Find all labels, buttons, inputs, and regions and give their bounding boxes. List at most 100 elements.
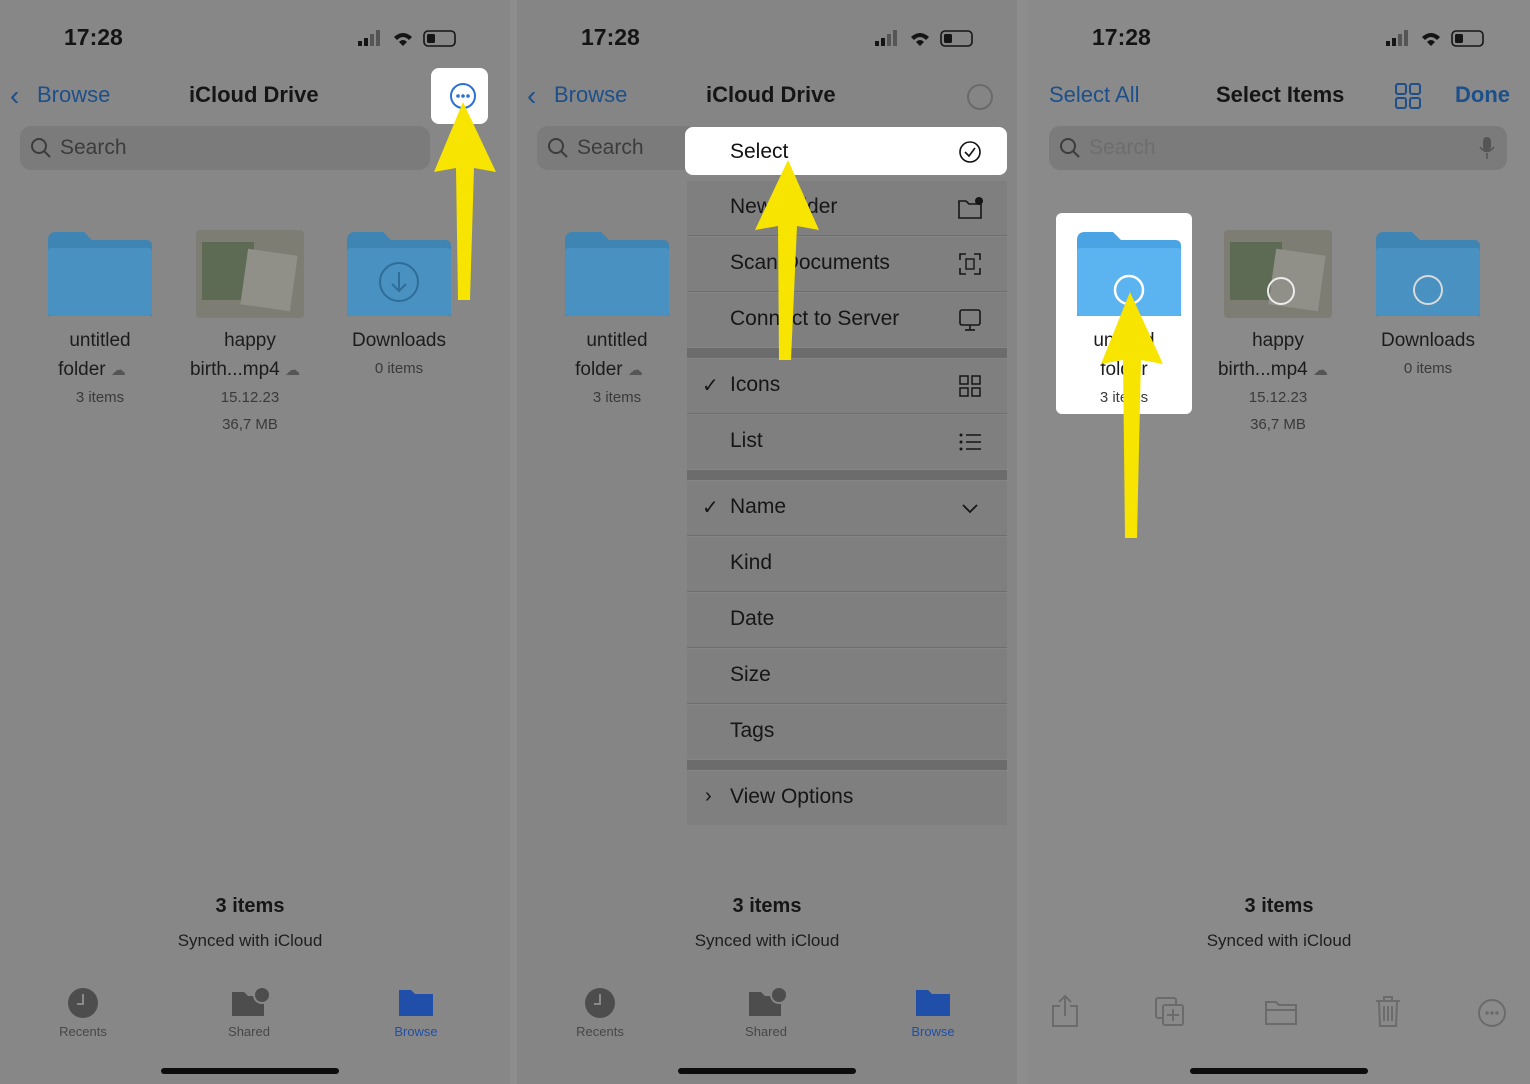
shared-folder-icon[interactable] — [747, 986, 789, 1018]
chevron-right-icon: › — [705, 785, 712, 807]
menu-label: View Options — [730, 785, 854, 808]
folder-plus-icon — [958, 197, 983, 219]
chevron-left-icon[interactable]: ‹ — [527, 80, 536, 112]
grid-icon — [959, 375, 981, 397]
cloud-icon: ☁ — [285, 362, 301, 379]
file-meta: 15.12.23 — [220, 389, 280, 406]
done-button[interactable]: Done — [1455, 82, 1510, 108]
scan-icon — [959, 253, 981, 275]
cloud-icon: ☁ — [1313, 362, 1329, 379]
list-icon — [959, 433, 981, 451]
menu-item-name[interactable]: ✓ Name — [687, 481, 1007, 536]
file-name: birth...mp4 ☁ — [1217, 359, 1329, 380]
arrow-annotation-icon — [1101, 292, 1163, 538]
clock-icon[interactable] — [584, 987, 616, 1019]
menu-item-new-folder[interactable]: New Folder — [687, 181, 1007, 236]
footer-count: 3 items — [732, 895, 802, 917]
footer-sync: Synced with iCloud — [1206, 931, 1352, 950]
video-thumbnail[interactable] — [1224, 230, 1332, 318]
file-meta: 0 items — [374, 360, 424, 377]
file-meta: 3 items — [592, 389, 642, 406]
checkmark-icon: ✓ — [702, 497, 719, 519]
folder-icon[interactable] — [46, 230, 154, 318]
status-icons — [358, 30, 456, 47]
panel-browse: 17:28 ‹ Browse iCloud Drive Search untit… — [0, 0, 510, 1084]
duplicate-icon[interactable] — [1154, 996, 1186, 1028]
share-icon[interactable] — [1051, 994, 1079, 1028]
home-indicator — [678, 1068, 856, 1074]
menu-item-size[interactable]: Size — [687, 649, 1007, 704]
shared-folder-icon[interactable] — [230, 986, 272, 1018]
menu-label: Tags — [730, 719, 775, 742]
menu-label: Name — [730, 495, 787, 518]
arrow-annotation-icon — [434, 102, 496, 300]
menu-item-view-options[interactable]: › View Options — [687, 771, 1007, 825]
panel-select-items: 17:28 Select All Select Items Done Searc… — [1028, 0, 1530, 1084]
menu-item-icons[interactable]: ✓ Icons — [687, 359, 1007, 414]
menu-label: Date — [730, 607, 775, 630]
chevron-down-icon — [962, 504, 978, 514]
file-meta: 36,7 MB — [1250, 416, 1306, 433]
menu-label: List — [730, 429, 763, 452]
menu-label: Size — [730, 663, 771, 686]
file-meta: 0 items — [1403, 360, 1453, 377]
menu-item-list[interactable]: List — [687, 415, 1007, 469]
status-icons — [1386, 30, 1484, 47]
downloads-folder-icon[interactable] — [1374, 230, 1482, 318]
select-all-button[interactable]: Select All — [1049, 82, 1140, 108]
trash-icon[interactable] — [1374, 994, 1402, 1028]
cloud-icon: ☁ — [110, 362, 126, 379]
search-placeholder: Search — [60, 136, 127, 159]
file-name: folder ☁ — [575, 359, 643, 380]
status-icons — [875, 30, 973, 47]
footer-sync: Synced with iCloud — [177, 931, 323, 950]
move-folder-icon[interactable] — [1264, 998, 1298, 1026]
menu-item-connect-server[interactable]: Connect to Server — [687, 293, 1007, 347]
clock-icon[interactable] — [67, 987, 99, 1019]
menu-label: Kind — [730, 551, 773, 574]
tab-recents[interactable]: Recents — [33, 1024, 133, 1039]
menu-item-scan-documents[interactable]: Scan Documents — [687, 237, 1007, 292]
home-indicator — [161, 1068, 339, 1074]
video-thumbnail[interactable] — [196, 230, 304, 318]
browse-folder-icon[interactable] — [398, 987, 434, 1017]
browse-folder-icon[interactable] — [915, 987, 951, 1017]
search-bar[interactable]: Search — [1049, 126, 1507, 170]
tab-shared[interactable]: Shared — [199, 1024, 299, 1039]
microphone-icon[interactable] — [1479, 136, 1495, 160]
tab-recents[interactable]: Recents — [550, 1024, 650, 1039]
search-placeholder: Search — [1089, 136, 1156, 159]
checkmark-circle-icon — [959, 141, 981, 163]
footer-sync: Synced with iCloud — [694, 931, 840, 950]
chevron-left-icon[interactable]: ‹ — [10, 80, 19, 112]
ellipsis-circle-icon[interactable] — [965, 82, 995, 112]
ellipsis-circle-icon[interactable] — [1477, 998, 1507, 1028]
search-placeholder: Search — [577, 136, 644, 159]
home-indicator — [1190, 1068, 1368, 1074]
folder-icon[interactable] — [563, 230, 671, 318]
tab-browse[interactable]: Browse — [883, 1024, 983, 1039]
tab-shared[interactable]: Shared — [716, 1024, 816, 1039]
search-bar[interactable]: Search — [537, 126, 697, 170]
file-name: Downloads — [352, 330, 446, 351]
selection-circle-icon — [1267, 277, 1295, 305]
tab-browse[interactable]: Browse — [366, 1024, 466, 1039]
monitor-icon — [959, 309, 981, 331]
page-title: iCloud Drive — [189, 82, 319, 107]
back-browse-link[interactable]: Browse — [37, 82, 110, 108]
status-time: 17:28 — [64, 24, 123, 50]
menu-item-kind[interactable]: Kind — [687, 537, 1007, 592]
grid-icon[interactable] — [1394, 82, 1422, 110]
file-name: happy — [1252, 330, 1304, 351]
menu-item-tags[interactable]: Tags — [687, 705, 1007, 759]
file-name: untitled — [586, 330, 648, 351]
search-icon — [31, 138, 51, 158]
search-bar[interactable]: Search — [20, 126, 430, 170]
page-title: iCloud Drive — [706, 82, 836, 107]
back-browse-link[interactable]: Browse — [554, 82, 627, 108]
footer-count: 3 items — [215, 895, 285, 917]
file-name: Downloads — [1381, 330, 1475, 351]
menu-item-date[interactable]: Date — [687, 593, 1007, 648]
menu-item-select[interactable]: Select — [685, 127, 1007, 175]
status-time: 17:28 — [581, 24, 640, 50]
